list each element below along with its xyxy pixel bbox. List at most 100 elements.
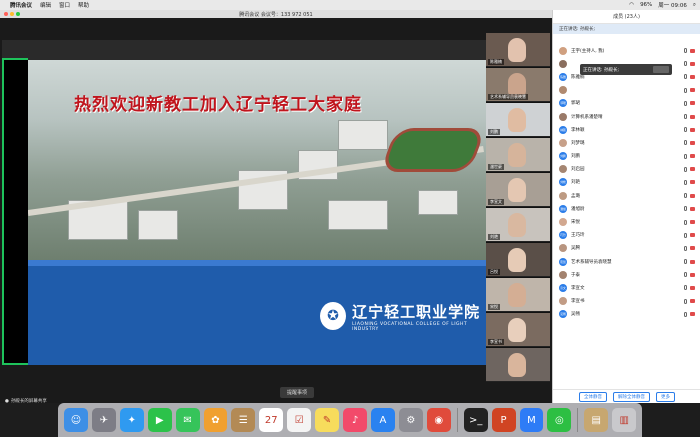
messages-icon[interactable]: ✉ — [175, 408, 200, 432]
participant-row[interactable]: 刘梦璐 — [553, 136, 700, 149]
mute-all-button[interactable]: 全体静音 — [579, 391, 607, 402]
mic-icon[interactable] — [684, 311, 687, 317]
participant-row[interactable]: 刘启园 — [553, 163, 700, 176]
mic-icon[interactable] — [684, 48, 687, 54]
video-tile[interactable]: 刘鹏 — [486, 103, 550, 137]
folder-icon[interactable]: ▤ — [584, 408, 609, 432]
participant-row[interactable] — [553, 84, 700, 97]
participant-row[interactable]: 吴腾 — [553, 242, 700, 255]
participant-row[interactable]: 宣文 李宣文 — [553, 281, 700, 294]
mic-icon[interactable] — [684, 166, 687, 172]
mic-icon[interactable] — [684, 74, 687, 80]
terminal-icon[interactable]: >_ — [463, 408, 488, 432]
participant-row[interactable]: 于泰 — [553, 268, 700, 281]
contacts-icon[interactable]: ☰ — [231, 408, 256, 432]
reminders-button[interactable]: 提醒事项 — [280, 387, 314, 398]
photos-icon[interactable]: ✿ — [203, 408, 228, 432]
wifi-icon[interactable]: ◠ — [629, 2, 634, 8]
mic-icon[interactable] — [684, 285, 687, 291]
close-window-button[interactable] — [4, 12, 8, 16]
mic-icon[interactable] — [684, 245, 687, 251]
camera-off-icon[interactable] — [690, 101, 695, 106]
camera-off-icon[interactable] — [690, 48, 695, 53]
participant-row[interactable]: 宋悦 — [553, 215, 700, 228]
launchpad-icon[interactable]: ✈ — [91, 408, 116, 432]
participant-row[interactable]: 林颖 李林颖 — [553, 123, 700, 136]
mic-icon[interactable] — [684, 114, 687, 120]
mic-icon[interactable] — [684, 87, 687, 93]
mic-icon[interactable] — [684, 179, 687, 185]
camera-off-icon[interactable] — [690, 88, 695, 93]
battery-level[interactable]: 96% — [640, 2, 652, 8]
mic-icon[interactable] — [684, 140, 687, 146]
notes-icon[interactable]: ✎ — [315, 408, 340, 432]
participant-row[interactable]: 晓慧 艺术系辅导员袁晓慧 — [553, 255, 700, 268]
music-icon[interactable]: ♪ — [343, 408, 367, 432]
menu-item-edit[interactable]: 编辑 — [40, 1, 51, 9]
participant-row[interactable]: 计算机系潘楚晴 — [553, 110, 700, 123]
clock[interactable]: 周一 09:06 — [658, 1, 687, 9]
video-tile[interactable]: 陈雅楠 — [486, 33, 550, 67]
preferences-icon[interactable]: ⚙ — [398, 408, 423, 432]
video-tile[interactable]: 潘世豪 — [486, 138, 550, 172]
calendar-icon[interactable]: 27 — [259, 408, 284, 432]
participant-row[interactable]: 孟璐 — [553, 189, 700, 202]
participant-row[interactable]: 郭珺 郭珺 — [553, 97, 700, 110]
participants-list[interactable]: 王宇(主持人, 我) 陈雅 陈雅楠 郭珺 郭珺 计算机系潘楚晴 林颖 李林颖 刘梦璐 刘鹏 刘鹏 刘启… — [553, 44, 700, 321]
participant-row[interactable]: 王宇(主持人, 我) — [553, 44, 700, 57]
mic-icon[interactable] — [684, 259, 687, 265]
mic-icon[interactable] — [684, 232, 687, 238]
participant-row[interactable]: 巧玲 王巧玲 — [553, 229, 700, 242]
video-tile[interactable]: 李宣书 — [486, 313, 550, 347]
search-icon[interactable]: ⌕ — [693, 2, 696, 9]
tencent-meeting-icon[interactable]: M — [519, 408, 544, 432]
participant-row[interactable]: 吴畅 吴畅 — [553, 308, 700, 321]
camera-off-icon[interactable] — [690, 61, 695, 66]
camera-off-icon[interactable] — [690, 74, 695, 79]
video-tile[interactable] — [486, 348, 550, 382]
mic-icon[interactable] — [684, 206, 687, 212]
more-button[interactable]: 更多 — [656, 391, 675, 402]
camera-off-icon[interactable] — [690, 127, 695, 132]
video-tile[interactable]: 刘艳 — [486, 208, 550, 242]
video-tile[interactable]: 吕悦 — [486, 243, 550, 277]
camera-off-icon[interactable] — [690, 220, 695, 225]
video-tile[interactable]: 李宣文 — [486, 173, 550, 207]
mic-icon[interactable] — [684, 127, 687, 133]
trash-icon[interactable]: ▥ — [612, 408, 637, 432]
appstore-icon[interactable]: A — [370, 408, 395, 432]
mic-icon[interactable] — [684, 193, 687, 199]
chrome-icon[interactable]: ◉ — [426, 408, 451, 432]
camera-off-icon[interactable] — [690, 114, 695, 119]
facetime-icon[interactable]: ▶ — [147, 408, 172, 432]
camera-off-icon[interactable] — [690, 140, 695, 145]
participant-row[interactable]: 李宣书 — [553, 295, 700, 308]
reminders-icon[interactable]: ☑ — [287, 408, 312, 432]
mic-icon[interactable] — [684, 153, 687, 159]
minimize-window-button[interactable] — [10, 12, 14, 16]
camera-off-icon[interactable] — [690, 233, 695, 238]
camera-off-icon[interactable] — [690, 193, 695, 198]
camera-off-icon[interactable] — [690, 246, 695, 251]
zoom-window-button[interactable] — [16, 12, 20, 16]
camera-off-icon[interactable] — [690, 285, 695, 290]
camera-off-icon[interactable] — [690, 180, 695, 185]
menu-item-window[interactable]: 窗口 — [59, 1, 70, 9]
participant-row[interactable]: 刘鹏 刘鹏 — [553, 150, 700, 163]
camera-off-icon[interactable] — [690, 154, 695, 159]
finder-icon[interactable]: ☺ — [64, 408, 88, 432]
mic-icon[interactable] — [684, 219, 687, 225]
participant-row[interactable]: 潘旭 潘旭尉 — [553, 202, 700, 215]
camera-off-icon[interactable] — [690, 259, 695, 264]
video-strip[interactable]: 陈雅楠 艺术系辅导员袁晓慧 刘鹏 潘世豪 李宣文 刘艳 吕悦 宋悦 李宣书 — [486, 33, 550, 382]
camera-off-icon[interactable] — [690, 299, 695, 304]
powerpoint-icon[interactable]: P — [491, 408, 516, 432]
mic-icon[interactable] — [684, 272, 687, 278]
camera-off-icon[interactable] — [690, 206, 695, 211]
menu-item-help[interactable]: 帮助 — [78, 1, 89, 9]
wechat-icon[interactable]: ◎ — [547, 408, 572, 432]
safari-icon[interactable]: ✦ — [119, 408, 144, 432]
mic-icon[interactable] — [684, 298, 687, 304]
video-tile[interactable]: 宋悦 — [486, 278, 550, 312]
camera-off-icon[interactable] — [690, 312, 695, 317]
